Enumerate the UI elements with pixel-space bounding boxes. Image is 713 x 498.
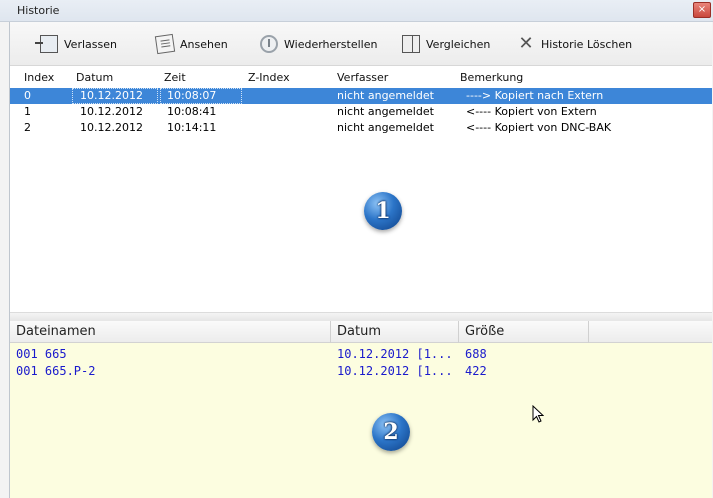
row-zeit: 10:08:07 <box>167 89 217 102</box>
table-row[interactable]: 2 10.12.2012 10:14:11 nicht angemeldet <… <box>10 120 712 136</box>
exit-button-label: Verlassen <box>64 37 117 51</box>
exit-door-icon <box>35 35 58 53</box>
column-header-groesse[interactable]: Größe <box>465 324 504 339</box>
delete-x-icon: ✕ <box>518 33 534 54</box>
column-header-datum[interactable]: Datum <box>337 324 381 339</box>
mouse-pointer-icon <box>532 405 544 423</box>
history-table-body: 0 10.12.2012 10:08:07 nicht angemeldet -… <box>10 88 712 136</box>
file-groesse: 688 <box>465 347 487 361</box>
delete-history-button[interactable]: ✕ Historie Löschen <box>517 32 632 56</box>
row-zeit: 10:08:41 <box>167 105 217 118</box>
row-bemerkung: <---- Kopiert von Extern <box>466 105 597 118</box>
row-index: 0 <box>24 89 31 102</box>
title-bar: Historie × <box>0 0 713 22</box>
view-button-label: Ansehen <box>180 37 228 51</box>
column-header-dateinamen[interactable]: Dateinamen <box>16 324 96 339</box>
toolbar: Verlassen Ansehen Wiederherstellen Vergl… <box>10 22 712 66</box>
restore-button-label: Wiederherstellen <box>284 37 378 51</box>
history-window: Verlassen Ansehen Wiederherstellen Vergl… <box>9 22 712 498</box>
column-header-verfasser[interactable]: Verfasser <box>337 71 388 84</box>
delete-history-button-label: Historie Löschen <box>541 37 633 51</box>
list-item[interactable]: 001 665.P-2 10.12.2012 [1... 422 <box>10 363 712 380</box>
close-button[interactable]: × <box>693 2 711 18</box>
file-datum: 10.12.2012 [1... <box>337 364 453 378</box>
files-table-body: 001 665 10.12.2012 [1... 688 001 665.P-2… <box>10 343 712 498</box>
window-title: Historie <box>17 4 60 17</box>
column-header-index[interactable]: Index <box>24 71 54 84</box>
row-verfasser: nicht angemeldet <box>337 105 434 118</box>
row-datum: 10.12.2012 <box>80 121 143 134</box>
annotation-badge-2: 2 <box>372 413 410 451</box>
row-verfasser: nicht angemeldet <box>337 121 434 134</box>
list-item[interactable]: 001 665 10.12.2012 [1... 688 <box>10 346 712 363</box>
table-row[interactable]: 0 10.12.2012 10:08:07 nicht angemeldet -… <box>10 88 712 104</box>
column-separator[interactable] <box>458 321 459 343</box>
row-zeit: 10:14:11 <box>167 121 217 134</box>
row-datum: 10.12.2012 <box>80 105 143 118</box>
column-separator[interactable] <box>330 321 331 343</box>
row-verfasser: nicht angemeldet <box>337 89 434 102</box>
history-table-header: Index Datum Zeit Z-Index Verfasser Bemer… <box>10 66 712 88</box>
exit-button[interactable]: Verlassen <box>35 32 117 56</box>
annotation-badge-1: 1 <box>364 192 402 230</box>
file-groesse: 422 <box>465 364 487 378</box>
file-name: 001 665.P-2 <box>16 364 96 378</box>
column-header-zeit[interactable]: Zeit <box>164 71 186 84</box>
column-header-bemerkung[interactable]: Bemerkung <box>460 71 523 84</box>
panel-splitter[interactable] <box>10 312 712 321</box>
compare-button[interactable]: Vergleichen <box>402 32 490 56</box>
restore-button[interactable]: Wiederherstellen <box>260 32 377 56</box>
files-table-header: Dateinamen Datum Größe <box>10 321 712 343</box>
table-row[interactable]: 1 10.12.2012 10:08:41 nicht angemeldet <… <box>10 104 712 120</box>
column-header-datum[interactable]: Datum <box>76 71 113 84</box>
file-datum: 10.12.2012 [1... <box>337 347 453 361</box>
column-separator[interactable] <box>588 321 589 343</box>
restore-icon <box>260 35 278 53</box>
compare-button-label: Vergleichen <box>426 37 491 51</box>
column-header-z-index[interactable]: Z-Index <box>248 71 290 84</box>
row-bemerkung: ----> Kopiert nach Extern <box>466 89 604 102</box>
file-name: 001 665 <box>16 347 67 361</box>
view-button[interactable]: Ansehen <box>154 32 228 56</box>
row-index: 1 <box>24 105 31 118</box>
row-bemerkung: <---- Kopiert von DNC-BAK <box>466 121 612 134</box>
compare-icon <box>402 35 420 53</box>
view-document-icon <box>154 33 176 55</box>
row-index: 2 <box>24 121 31 134</box>
row-datum: 10.12.2012 <box>80 89 143 102</box>
